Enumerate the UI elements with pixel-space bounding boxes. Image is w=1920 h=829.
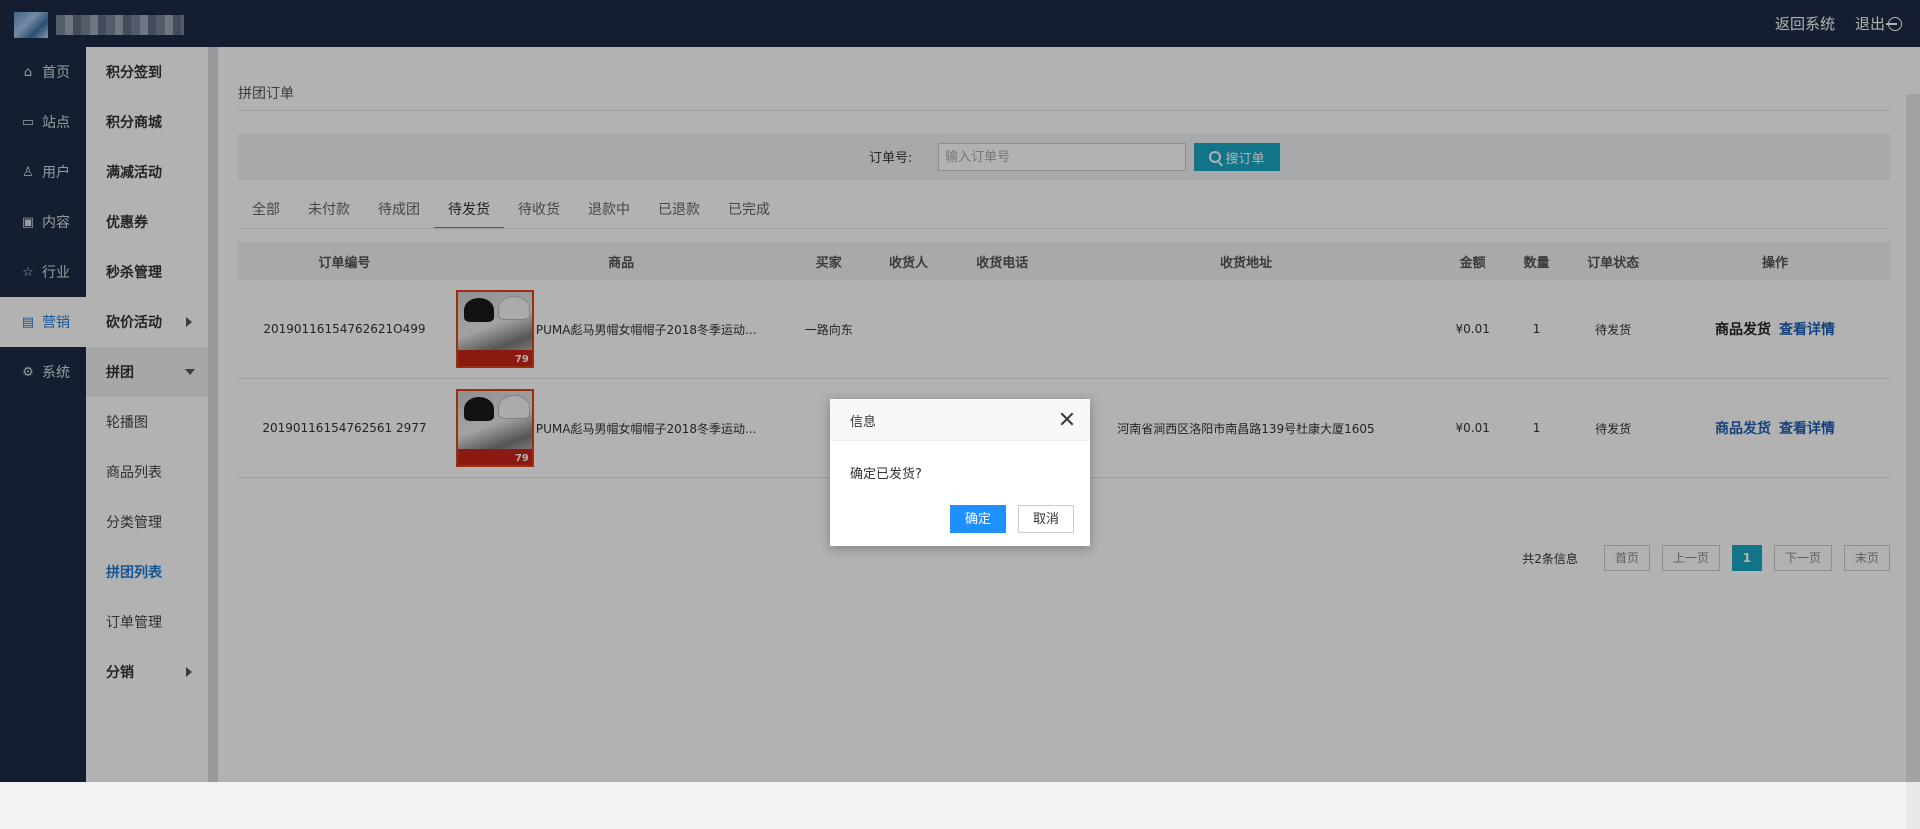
dialog-title: 信息 [850,415,877,430]
modal-overlay[interactable] [0,0,1920,782]
confirm-button[interactable]: 确定 [949,505,1006,533]
cancel-button[interactable]: 取消 [1017,505,1074,533]
dialog-header: 信息 [830,399,1090,441]
dialog-message: 确定已发货? [850,467,922,482]
confirm-dialog: 信息 确定已发货? 确定 取消 [830,399,1090,546]
close-icon[interactable] [1060,412,1074,426]
dialog-buttons: 确定 取消 [949,505,1074,533]
